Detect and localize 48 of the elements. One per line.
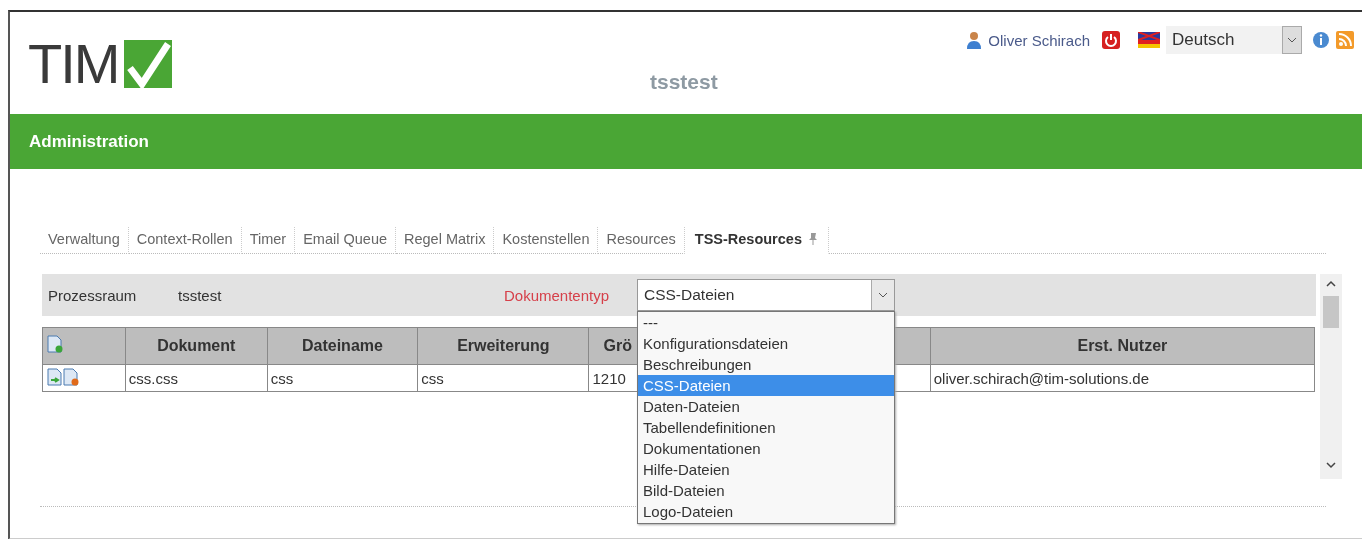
- room-value: tsstest: [178, 286, 223, 304]
- tab[interactable]: Timer: [241, 227, 296, 254]
- column-header: Erweiterung: [417, 327, 589, 365]
- rss-icon[interactable]: [1336, 31, 1354, 49]
- dropdown-option[interactable]: Logo-Dateien: [638, 501, 894, 522]
- power-icon[interactable]: [1102, 31, 1120, 49]
- pin-icon: [807, 232, 818, 246]
- type-label: Dokumententyp: [504, 286, 611, 304]
- column-header: Dateiname: [267, 327, 418, 365]
- scroll-down-icon[interactable]: [1326, 461, 1336, 469]
- logo-text: TIM: [28, 40, 119, 88]
- scrollbar-thumb[interactable]: [1323, 296, 1339, 328]
- page-title: tsstest: [650, 70, 718, 94]
- edit-document-icon[interactable]: [47, 367, 63, 386]
- dropdown-option[interactable]: Konfigurationsdateien: [638, 333, 894, 354]
- user-link[interactable]: Oliver Schirach: [988, 31, 1090, 49]
- caret-icon: [1287, 37, 1297, 43]
- column-header: Erst. Nutzer: [930, 327, 1315, 365]
- caret-icon: [878, 292, 888, 298]
- tab[interactable]: Resources: [598, 227, 685, 254]
- tab[interactable]: Email Queue: [295, 227, 396, 254]
- scrollbar[interactable]: [1320, 274, 1342, 479]
- info-icon[interactable]: [1312, 31, 1330, 49]
- tab[interactable]: Regel Matrix: [396, 227, 495, 254]
- type-select[interactable]: CSS-Dateien: [637, 279, 895, 311]
- tab[interactable]: Verwaltung: [40, 227, 129, 254]
- tab[interactable]: Kostenstellen: [494, 227, 599, 254]
- tab[interactable]: TSS-Resources: [684, 227, 829, 254]
- dropdown-option[interactable]: Bild-Dateien: [638, 480, 894, 501]
- delete-document-icon[interactable]: [63, 367, 79, 386]
- dropdown-option[interactable]: Dokumentationen: [638, 438, 894, 459]
- table-cell: oliver.schirach@tim-solutions.de: [930, 364, 1315, 392]
- scroll-up-icon[interactable]: [1326, 280, 1336, 288]
- column-header: Dokument: [125, 327, 268, 365]
- dropdown-option[interactable]: Tabellendefinitionen: [638, 417, 894, 438]
- table-cell: css.css: [125, 364, 268, 392]
- dropdown-option[interactable]: Daten-Dateien: [638, 396, 894, 417]
- table-cell: css: [417, 364, 589, 392]
- table-cell: css: [267, 364, 418, 392]
- dropdown-option[interactable]: Hilfe-Dateien: [638, 459, 894, 480]
- tab[interactable]: Context-Rollen: [128, 227, 242, 254]
- section-title: Administration: [29, 131, 149, 152]
- new-document-icon[interactable]: [47, 335, 63, 353]
- user-icon[interactable]: [966, 31, 983, 49]
- checkmark-logo-icon: [124, 40, 173, 88]
- language-select[interactable]: Deutsch: [1166, 26, 1302, 54]
- room-label: Prozessraum: [48, 286, 138, 304]
- flag-icon: [1138, 32, 1160, 48]
